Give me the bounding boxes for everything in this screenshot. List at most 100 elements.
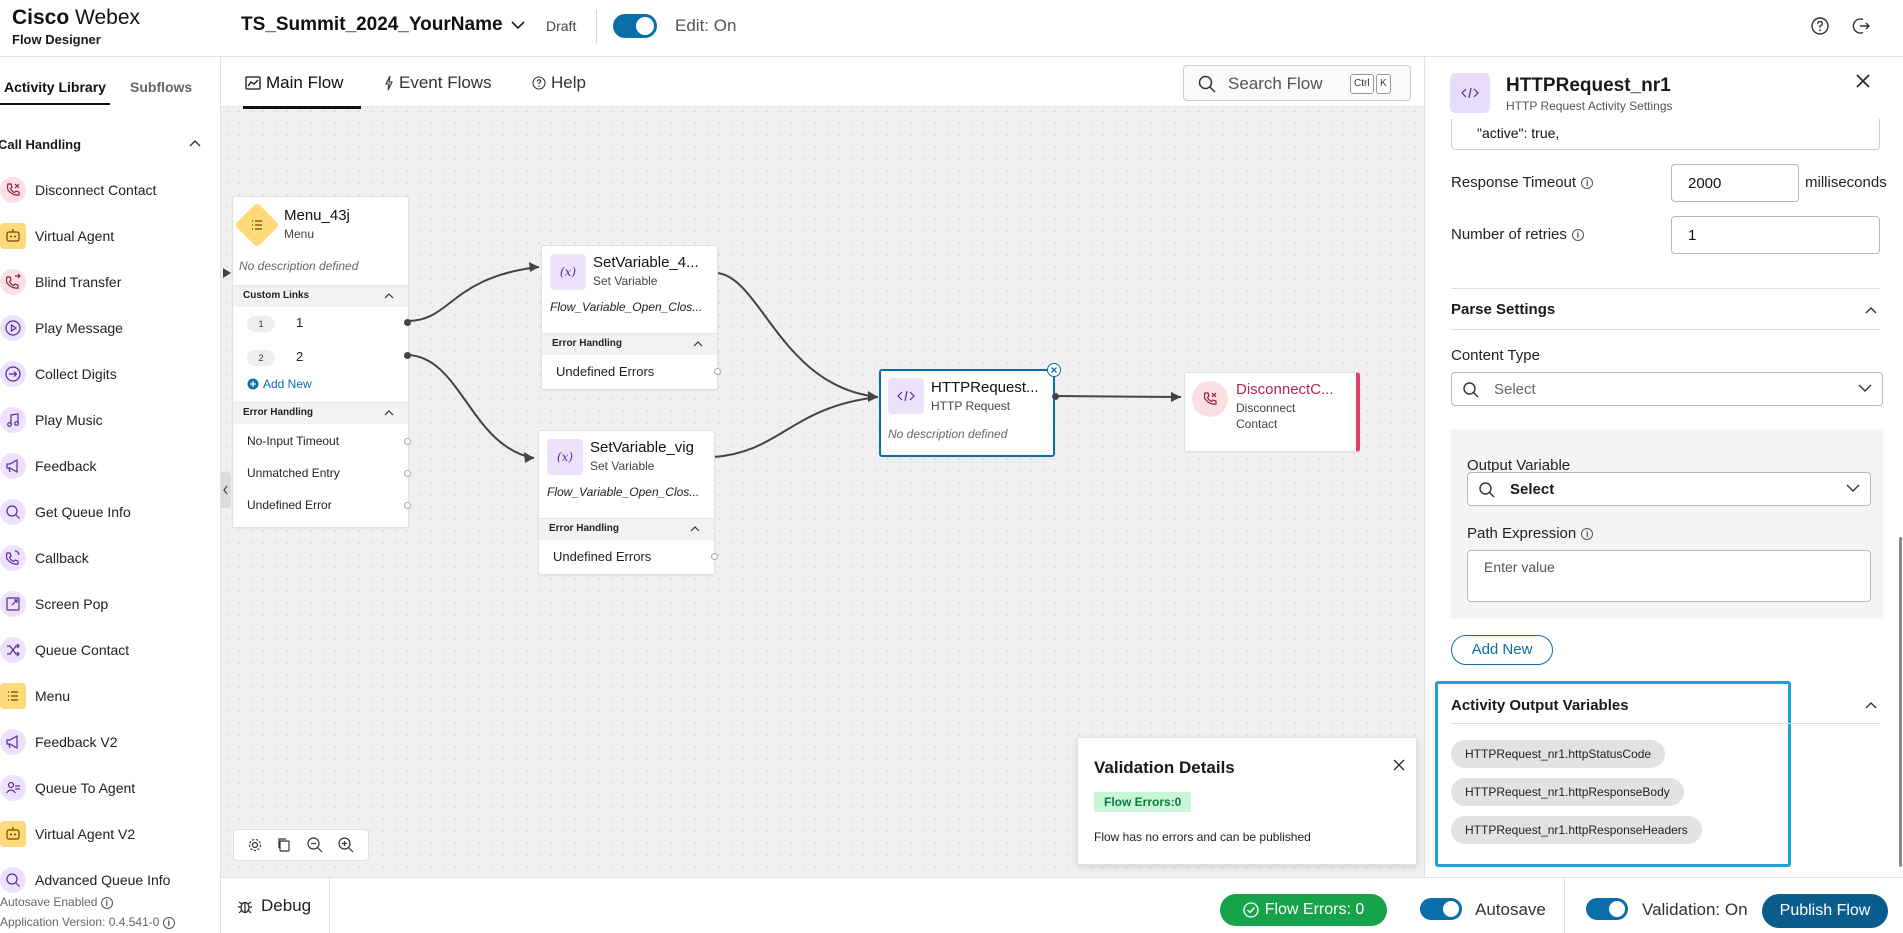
chevron-down-icon xyxy=(1858,384,1872,392)
output-port[interactable] xyxy=(404,438,411,445)
output-port[interactable] xyxy=(404,319,411,326)
output-variable-select[interactable]: Select xyxy=(1467,472,1871,506)
activity-sidebar: Activity Library Subflows Call Handling … xyxy=(0,57,221,933)
copy-icon[interactable] xyxy=(276,837,292,853)
activity-callback[interactable]: Callback xyxy=(0,535,220,581)
retries-label: Number of retries i xyxy=(1451,226,1584,243)
autosave-toggle[interactable] xyxy=(1420,898,1462,920)
code-icon xyxy=(888,378,924,414)
gear-icon[interactable] xyxy=(247,837,263,853)
remove-node-icon[interactable] xyxy=(1047,363,1061,377)
activity-feedback[interactable]: Feedback xyxy=(0,443,220,489)
path-expression-label: Path Expression i xyxy=(1467,525,1594,542)
category-call-handling[interactable]: Call Handling xyxy=(0,135,220,155)
add-new-link-button[interactable]: Add New xyxy=(247,377,312,391)
activity-disconnect-contact[interactable]: Disconnect Contact xyxy=(0,167,220,213)
tab-subflows[interactable]: Subflows xyxy=(130,79,192,95)
content-type-label: Content Type xyxy=(1451,347,1540,364)
activity-virtual-agent-v2[interactable]: Virtual Agent V2 xyxy=(0,811,220,857)
error-handling-header[interactable]: Error Handling xyxy=(542,333,717,355)
sidebar-footer: Autosave Enabled i Application Version: … xyxy=(0,892,175,932)
activity-label: Screen Pop xyxy=(35,596,109,612)
callback-icon xyxy=(0,545,26,571)
request-body-editor[interactable]: "active": true, xyxy=(1451,119,1880,150)
debug-button[interactable]: Debug xyxy=(237,896,311,916)
plus-circle-icon xyxy=(247,378,259,390)
edit-toggle[interactable] xyxy=(613,14,657,38)
retries-input[interactable]: 1 xyxy=(1671,216,1880,254)
activity-menu[interactable]: Menu xyxy=(0,673,220,719)
close-icon[interactable] xyxy=(1392,758,1406,772)
chevron-up-icon[interactable] xyxy=(1865,701,1877,709)
info-icon[interactable]: i xyxy=(100,897,113,909)
menu-node[interactable]: Menu_43j Menu No description defined Cus… xyxy=(232,196,411,528)
activity-feedback-v2[interactable]: Feedback V2 xyxy=(0,719,220,765)
response-timeout-input[interactable]: 2000 xyxy=(1671,164,1799,202)
activity-virtual-agent[interactable]: Virtual Agent xyxy=(0,213,220,259)
info-icon[interactable]: i xyxy=(162,917,175,929)
add-new-button[interactable]: Add New xyxy=(1451,635,1553,665)
activity-collect-digits[interactable]: Collect Digits xyxy=(0,351,220,397)
output-port[interactable] xyxy=(404,470,411,477)
info-icon[interactable]: i xyxy=(1571,228,1584,241)
activity-output-variables-header[interactable]: Activity Output Variables xyxy=(1451,697,1629,714)
output-variable-chip[interactable]: HTTPRequest_nr1.httpStatusCode xyxy=(1451,740,1666,768)
queue-agent-icon xyxy=(0,775,26,801)
tab-activity-library[interactable]: Activity Library xyxy=(0,79,110,105)
zoom-in-icon[interactable] xyxy=(337,836,355,854)
output-port[interactable] xyxy=(404,352,411,359)
activity-play-message[interactable]: Play Message xyxy=(0,305,220,351)
disconnect-contact-node[interactable]: DisconnectC... Disconnect Contact xyxy=(1184,372,1360,452)
setvariable-node[interactable]: (x) SetVariable_vig Set Variable Flow_Va… xyxy=(538,430,718,575)
parse-settings-header[interactable]: Parse Settings xyxy=(1451,301,1555,318)
path-expression-input[interactable]: Enter value xyxy=(1467,550,1871,602)
external-link-icon xyxy=(0,591,26,617)
panel-scrollbar[interactable] xyxy=(1899,537,1902,867)
output-port[interactable] xyxy=(1052,393,1059,400)
close-icon[interactable] xyxy=(1855,73,1871,89)
publish-flow-button[interactable]: Publish Flow xyxy=(1762,894,1888,928)
activity-screen-pop[interactable]: Screen Pop xyxy=(0,581,220,627)
debug-label: Debug xyxy=(261,896,312,915)
activity-play-music[interactable]: Play Music xyxy=(0,397,220,443)
sidebar-collapse-handle[interactable] xyxy=(221,472,231,508)
flow-canvas[interactable]: Main Flow Event Flows Help Search Flow C… xyxy=(221,57,1424,877)
output-port[interactable] xyxy=(711,553,718,560)
flow-errors-button[interactable]: Flow Errors: 0 xyxy=(1220,894,1387,926)
flow-errors-badge: Flow Errors:0 xyxy=(1094,792,1192,812)
content-type-select[interactable]: Select xyxy=(1451,372,1883,406)
node-title: Menu_43j xyxy=(284,207,350,224)
error-handling-header[interactable]: Error Handling xyxy=(233,402,408,424)
output-variable-chip[interactable]: HTTPRequest_nr1.httpResponseBody xyxy=(1451,778,1684,806)
exit-icon[interactable] xyxy=(1852,16,1872,36)
svg-text:(x): (x) xyxy=(557,450,573,464)
music-icon xyxy=(0,407,26,433)
output-port[interactable] xyxy=(714,368,721,375)
info-icon[interactable]: i xyxy=(1581,176,1594,189)
zoom-out-icon[interactable] xyxy=(306,836,324,854)
activity-get-queue-info[interactable]: Get Queue Info xyxy=(0,489,220,535)
activity-queue-contact[interactable]: Queue Contact xyxy=(0,627,220,673)
activity-blind-transfer[interactable]: Blind Transfer xyxy=(0,259,220,305)
validation-label: Validation: On xyxy=(1642,900,1748,919)
output-variable-chip[interactable]: HTTPRequest_nr1.httpResponseHeaders xyxy=(1451,816,1702,844)
autosave-status: Autosave Enabled xyxy=(0,895,98,909)
divider xyxy=(1451,723,1880,724)
draft-status: Draft xyxy=(546,18,577,34)
bot-icon xyxy=(0,821,26,847)
http-request-node[interactable]: HTTPRequest... HTTP Request No descripti… xyxy=(879,363,1061,457)
validation-message: Flow has no errors and can be published xyxy=(1094,830,1311,844)
setvariable-node[interactable]: (x) SetVariable_4... Set Variable Flow_V… xyxy=(541,245,721,390)
error-handling-header[interactable]: Error Handling xyxy=(539,518,714,540)
output-port[interactable] xyxy=(404,502,411,509)
help-icon[interactable] xyxy=(1810,16,1830,36)
chevron-up-icon xyxy=(384,410,394,416)
chevron-up-icon xyxy=(189,140,201,147)
flow-name[interactable]: TS_Summit_2024_YourName xyxy=(241,14,503,36)
info-icon[interactable]: i xyxy=(1581,527,1594,540)
chevron-up-icon[interactable] xyxy=(1865,306,1877,314)
flow-menu-chevron-down-icon[interactable] xyxy=(510,17,526,33)
validation-toggle[interactable] xyxy=(1586,898,1628,920)
activity-queue-to-agent[interactable]: Queue To Agent xyxy=(0,765,220,811)
custom-links-header[interactable]: Custom Links xyxy=(233,285,408,307)
